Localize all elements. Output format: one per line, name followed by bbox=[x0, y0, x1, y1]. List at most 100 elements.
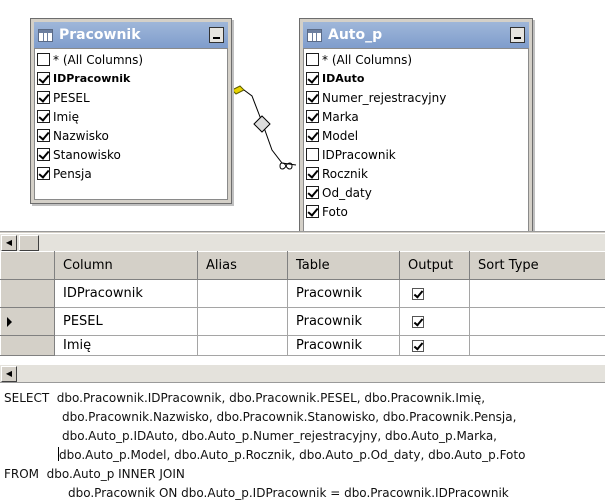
table-window-pracownik[interactable]: Pracownik * (All Columns) IDPracownik PESE… bbox=[30, 18, 232, 204]
column-name: IDPracownik bbox=[53, 72, 131, 85]
sql-line[interactable]: SELECT dbo.Pracownik.IDPracownik, dbo.Pr… bbox=[0, 389, 605, 408]
join-connector bbox=[243, 89, 297, 166]
sql-line[interactable]: dbo.Pracownik.Nazwisko, dbo.Pracownik.St… bbox=[0, 408, 605, 427]
column-name: Numer_rejestracyjny bbox=[322, 90, 447, 105]
column-name: Model bbox=[322, 128, 359, 143]
column-row[interactable]: Stanowisko bbox=[37, 145, 225, 164]
column-row[interactable]: Nazwisko bbox=[37, 126, 225, 145]
column-row[interactable]: * (All Columns) bbox=[37, 50, 225, 69]
table-title: Pracownik bbox=[59, 27, 141, 43]
cell-column[interactable]: PESEL bbox=[54, 307, 198, 336]
column-row[interactable]: IDPracownik bbox=[37, 69, 225, 88]
table-title-bar[interactable]: Auto_p bbox=[303, 22, 529, 48]
column-checkbox[interactable] bbox=[306, 186, 319, 199]
scroll-left-button[interactable]: ◀ bbox=[1, 366, 17, 382]
column-header-alias[interactable]: Alias bbox=[197, 251, 288, 280]
column-row[interactable]: Marka bbox=[306, 107, 526, 126]
column-checkbox[interactable] bbox=[306, 205, 319, 218]
column-checkbox[interactable] bbox=[306, 110, 319, 123]
table-title-bar[interactable]: Pracownik bbox=[34, 22, 228, 48]
column-header-sort-type[interactable]: Sort Type bbox=[469, 251, 605, 280]
cell-alias[interactable] bbox=[197, 307, 288, 336]
column-checkbox[interactable] bbox=[37, 91, 50, 104]
column-name: IDAuto bbox=[322, 72, 365, 85]
sql-line[interactable]: FROM dbo.Auto_p INNER JOIN bbox=[0, 465, 605, 484]
diagram-pane[interactable]: Pracownik * (All Columns) IDPracownik PESE… bbox=[0, 0, 605, 232]
output-checkbox[interactable] bbox=[412, 315, 424, 328]
column-row[interactable]: IDPracownik bbox=[306, 145, 526, 164]
column-checkbox[interactable] bbox=[37, 72, 50, 85]
criteria-grid[interactable]: Column Alias Table Output Sort Type IDPr… bbox=[0, 251, 605, 364]
cell-column[interactable]: Imię bbox=[54, 335, 198, 356]
column-row[interactable]: Model bbox=[306, 126, 526, 145]
column-name: * (All Columns) bbox=[53, 52, 144, 67]
sql-line-text[interactable]: dbo.Auto_p.Model, dbo.Auto_p.Rocznik, db… bbox=[59, 448, 525, 462]
column-checkbox[interactable] bbox=[37, 148, 50, 161]
cell-table[interactable]: Pracownik bbox=[287, 279, 400, 308]
cell-output[interactable] bbox=[399, 307, 470, 336]
scroll-left-button[interactable]: ◀ bbox=[1, 235, 17, 251]
row-selector-header[interactable] bbox=[0, 251, 55, 280]
minimize-button[interactable] bbox=[510, 27, 525, 43]
column-name: Imię bbox=[53, 109, 79, 124]
cell-alias[interactable] bbox=[197, 279, 288, 308]
column-header-output[interactable]: Output bbox=[399, 251, 470, 280]
sql-line[interactable]: dbo.Auto_p.IDAuto, dbo.Auto_p.Numer_reje… bbox=[0, 427, 605, 446]
cell-table[interactable]: Pracownik bbox=[287, 335, 400, 356]
column-checkbox[interactable] bbox=[37, 167, 50, 180]
cell-output[interactable] bbox=[399, 279, 470, 308]
table-icon bbox=[307, 28, 322, 42]
current-row-arrow-icon bbox=[7, 317, 12, 327]
column-header-table[interactable]: Table bbox=[287, 251, 400, 280]
join-diamond bbox=[253, 115, 271, 133]
column-row[interactable]: IDAuto bbox=[306, 69, 526, 88]
grid-row[interactable]: Imię Pracownik bbox=[0, 335, 605, 356]
column-checkbox[interactable] bbox=[306, 53, 319, 66]
column-row[interactable]: Rocznik bbox=[306, 164, 526, 183]
diagram-horizontal-scrollbar[interactable]: ◀ bbox=[0, 233, 605, 251]
output-checkbox[interactable] bbox=[412, 339, 424, 352]
column-row[interactable]: Pensja bbox=[37, 164, 225, 183]
cell-sort-type[interactable] bbox=[469, 335, 605, 356]
cell-table[interactable]: Pracownik bbox=[287, 307, 400, 336]
column-checkbox[interactable] bbox=[37, 110, 50, 123]
row-selector[interactable] bbox=[0, 279, 55, 308]
table-window-auto-p[interactable]: Auto_p * (All Columns) IDAuto Numer_rejest… bbox=[299, 18, 533, 231]
column-row[interactable]: Foto bbox=[306, 202, 526, 221]
sql-line[interactable]: dbo.Auto_p.Model, dbo.Auto_p.Rocznik, db… bbox=[0, 446, 605, 465]
column-checkbox[interactable] bbox=[37, 129, 50, 142]
column-list: * (All Columns) IDPracownik PESEL Imię Nazwi… bbox=[34, 48, 228, 200]
grid-row[interactable]: PESEL Pracownik bbox=[0, 307, 605, 336]
table-title: Auto_p bbox=[328, 27, 383, 43]
column-row[interactable]: Imię bbox=[37, 107, 225, 126]
column-row[interactable]: * (All Columns) bbox=[306, 50, 526, 69]
row-selector[interactable] bbox=[0, 335, 55, 356]
cell-sort-type[interactable] bbox=[469, 307, 605, 336]
criteria-table: Column Alias Table Output Sort Type IDPr… bbox=[0, 251, 605, 356]
scroll-thumb[interactable] bbox=[19, 235, 39, 251]
grid-row[interactable]: IDPracownik Pracownik bbox=[0, 279, 605, 308]
join-key-icon bbox=[231, 85, 245, 95]
column-name: IDPracownik bbox=[322, 147, 396, 162]
column-header-column[interactable]: Column bbox=[54, 251, 198, 280]
row-selector[interactable] bbox=[0, 307, 55, 336]
output-checkbox[interactable] bbox=[412, 287, 424, 300]
sql-pane[interactable]: SELECT dbo.Pracownik.IDPracownik, dbo.Pr… bbox=[0, 382, 605, 503]
column-checkbox[interactable] bbox=[306, 148, 319, 161]
cell-sort-type[interactable] bbox=[469, 279, 605, 308]
column-checkbox[interactable] bbox=[306, 129, 319, 142]
sql-line[interactable]: dbo.Pracownik ON dbo.Auto_p.IDPracownik … bbox=[0, 484, 605, 503]
grid-horizontal-scrollbar[interactable]: ◀ bbox=[0, 364, 605, 382]
column-list: * (All Columns) IDAuto Numer_rejestracyjny… bbox=[303, 48, 529, 231]
minimize-button[interactable] bbox=[209, 27, 224, 43]
cell-column[interactable]: IDPracownik bbox=[54, 279, 198, 308]
column-checkbox[interactable] bbox=[37, 53, 50, 66]
column-row[interactable]: Numer_rejestracyjny bbox=[306, 88, 526, 107]
column-checkbox[interactable] bbox=[306, 72, 319, 85]
cell-output[interactable] bbox=[399, 335, 470, 356]
cell-alias[interactable] bbox=[197, 335, 288, 356]
column-checkbox[interactable] bbox=[306, 91, 319, 104]
column-row[interactable]: PESEL bbox=[37, 88, 225, 107]
column-checkbox[interactable] bbox=[306, 167, 319, 180]
column-row[interactable]: Od_daty bbox=[306, 183, 526, 202]
